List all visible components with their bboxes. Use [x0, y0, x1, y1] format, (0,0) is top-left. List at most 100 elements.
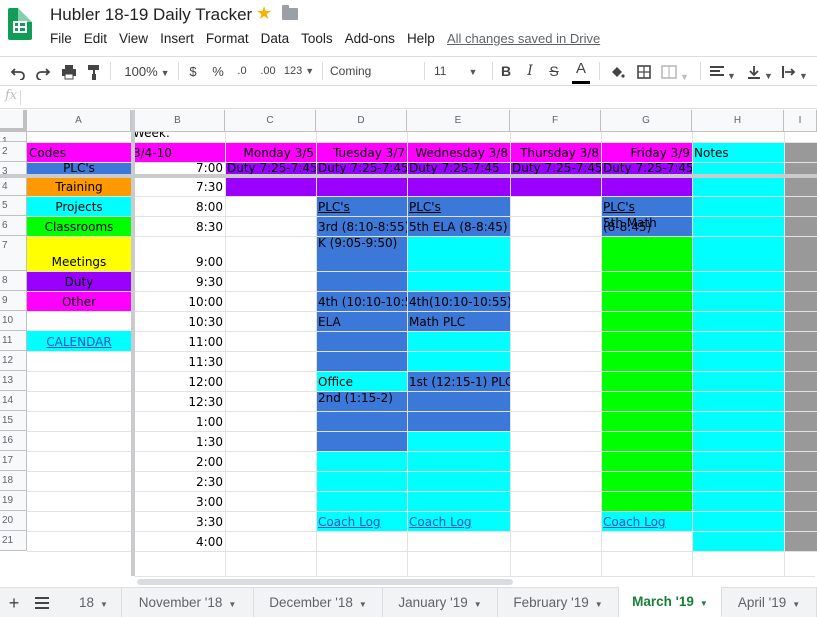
chevron-down-icon[interactable]: ▼ — [359, 600, 367, 609]
coach-log-link[interactable]: Coach Log — [407, 511, 510, 531]
scrollbar-thumb[interactable] — [137, 579, 513, 585]
formula-bar[interactable]: fx — [0, 87, 817, 109]
font-select[interactable]: Coming So...▼ — [330, 57, 416, 107]
row-header-20[interactable]: 20 — [0, 511, 27, 531]
chevron-down-icon[interactable]: ▼ — [792, 600, 800, 609]
friday-classrooms-block — [601, 236, 692, 511]
borders-icon[interactable] — [634, 57, 654, 86]
menu-insert[interactable]: Insert — [154, 30, 200, 48]
column-header-f[interactable]: F — [510, 110, 601, 132]
select-all-corner[interactable] — [0, 110, 27, 132]
folder-icon[interactable] — [282, 5, 298, 20]
sheet-tab-label: April '19 — [737, 595, 787, 610]
coach-log-link[interactable]: Coach Log — [601, 511, 692, 531]
row-header-11[interactable]: 11 — [0, 331, 27, 351]
row-header-10[interactable]: 10 — [0, 311, 27, 331]
italic-button[interactable]: I — [522, 57, 538, 86]
column-header-h[interactable]: H — [692, 110, 784, 132]
sheet-tab[interactable]: April '19 ▼ — [722, 588, 817, 617]
chevron-down-icon[interactable]: ▼ — [595, 600, 603, 609]
sheet-tab[interactable]: November '18 ▼ — [122, 588, 254, 617]
row-header-9[interactable]: 9 — [0, 291, 27, 311]
font-size-select[interactable]: 11 ▼ — [434, 57, 484, 86]
paint-format-icon[interactable] — [84, 57, 104, 86]
fill-color-icon[interactable] — [607, 57, 627, 86]
horizontal-align-icon[interactable]: ▼ — [708, 57, 738, 86]
text-color-button[interactable]: A — [571, 57, 591, 86]
decrease-decimal-button[interactable]: .0 — [232, 57, 252, 86]
column-header-d[interactable]: D — [316, 110, 407, 132]
sheet-tab[interactable]: March '19 ▼ — [619, 587, 722, 617]
menu-addons[interactable]: Add-ons — [339, 30, 401, 48]
frozen-columns-divider[interactable] — [131, 110, 135, 576]
frozen-rows-divider[interactable] — [0, 174, 817, 178]
column-header-b[interactable]: B — [131, 110, 225, 132]
star-icon[interactable]: ★ — [256, 3, 272, 24]
chevron-down-icon[interactable]: ▼ — [700, 599, 708, 608]
percent-button[interactable]: % — [210, 57, 226, 86]
column-header-c[interactable]: C — [225, 110, 316, 132]
chevron-down-icon[interactable]: ▼ — [100, 600, 108, 609]
chevron-down-icon[interactable]: ▼ — [228, 600, 236, 609]
horizontal-scrollbar[interactable] — [135, 576, 815, 587]
time-cell: 9:30 — [196, 275, 223, 289]
calendar-link[interactable]: CALENDAR — [27, 331, 131, 351]
row-header-14[interactable]: 14 — [0, 391, 27, 411]
sheets-logo-icon[interactable] — [8, 8, 32, 40]
print-icon[interactable] — [59, 57, 79, 86]
menu-format[interactable]: Format — [200, 30, 255, 48]
vertical-align-icon[interactable]: ▼ — [745, 57, 775, 86]
column-header-a[interactable]: A — [27, 110, 131, 132]
coach-log-link[interactable]: Coach Log — [316, 511, 407, 531]
menu-tools[interactable]: Tools — [295, 30, 339, 48]
row-header-8[interactable]: 8 — [0, 271, 27, 291]
menu-view[interactable]: View — [113, 30, 154, 48]
row-header-7[interactable]: 7 — [0, 236, 27, 271]
row-header-17[interactable]: 17 — [0, 451, 27, 471]
strikethrough-button[interactable]: S — [546, 57, 562, 86]
sheet-tab[interactable]: February '19 ▼ — [498, 588, 619, 617]
row-header-5[interactable]: 5 — [0, 196, 27, 216]
add-sheet-icon[interactable]: + — [0, 588, 28, 617]
row-header-4[interactable]: 4 — [0, 177, 27, 196]
row-header-19[interactable]: 19 — [0, 491, 27, 511]
row-header-6[interactable]: 6 — [0, 216, 27, 236]
more-formats-button[interactable]: 123 ▼ — [283, 57, 315, 86]
title-bar: Hubler 18-19 Daily Tracker ★ File Edit V… — [0, 0, 817, 54]
menu-data[interactable]: Data — [255, 30, 296, 48]
row-header-13[interactable]: 13 — [0, 371, 27, 391]
row-header-21[interactable]: 21 — [0, 531, 27, 551]
sheet-tab[interactable]: December '18 ▼ — [254, 588, 383, 617]
row-header-2[interactable]: 2 — [0, 142, 27, 162]
row-header-18[interactable]: 18 — [0, 471, 27, 491]
row-header-1[interactable]: 1 — [0, 132, 27, 147]
row-header-15[interactable]: 15 — [0, 411, 27, 431]
bold-button[interactable]: B — [498, 57, 514, 86]
sheet-tab[interactable]: January '19 ▼ — [383, 588, 498, 617]
merge-cells-icon[interactable]: ▼ — [660, 57, 690, 86]
sheet-tab[interactable]: 18 ▼ — [66, 588, 122, 617]
menu-edit[interactable]: Edit — [78, 30, 113, 48]
chevron-down-icon: ▼ — [799, 71, 808, 81]
spreadsheet-grid[interactable]: ABCDEFGHI1234567891011121314151617181920… — [0, 110, 817, 576]
column-header-i[interactable]: I — [784, 110, 817, 132]
row-header-12[interactable]: 12 — [0, 351, 27, 371]
redo-icon[interactable] — [33, 57, 53, 86]
menu-file[interactable]: File — [44, 30, 78, 48]
undo-icon[interactable] — [8, 57, 28, 86]
all-sheets-icon[interactable] — [28, 588, 56, 617]
time-cell: 12:30 — [188, 395, 223, 409]
column-header-e[interactable]: E — [407, 110, 510, 132]
currency-button[interactable]: $ — [186, 57, 200, 86]
increase-decimal-button[interactable]: .00 — [257, 57, 279, 86]
zoom-select[interactable]: 100% ▼ — [120, 57, 174, 86]
save-status-link[interactable]: All changes saved in Drive — [447, 31, 600, 46]
text-wrapping-icon[interactable]: ▼ — [780, 57, 810, 86]
zoom-value: 100% — [124, 64, 158, 79]
row-header-16[interactable]: 16 — [0, 431, 27, 451]
menu-help[interactable]: Help — [401, 30, 441, 48]
toolbar: 100%▼ $ % .0 .00 123▼ Coming So...▼ 11▼ … — [0, 56, 817, 107]
column-header-g[interactable]: G — [601, 110, 692, 132]
document-title[interactable]: Hubler 18-19 Daily Tracker — [50, 5, 252, 25]
chevron-down-icon[interactable]: ▼ — [474, 600, 482, 609]
